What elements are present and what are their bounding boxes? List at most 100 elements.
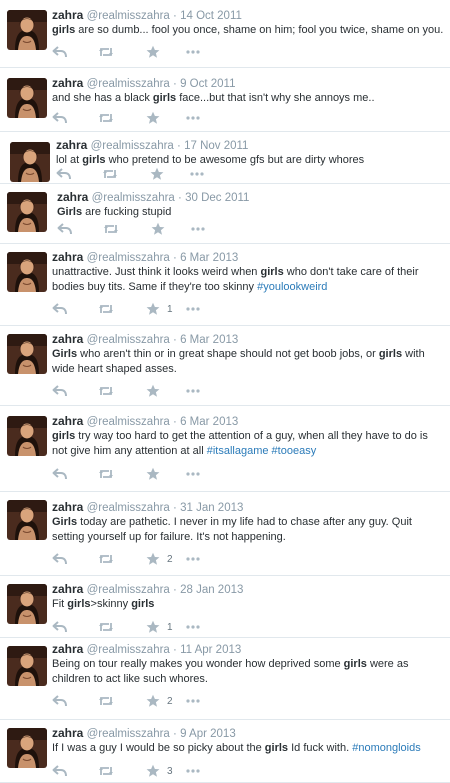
- timestamp[interactable]: 9 Oct 2011: [180, 78, 235, 90]
- avatar[interactable]: [7, 78, 47, 118]
- hashtag-link[interactable]: #youlookweird: [257, 281, 327, 293]
- display-name[interactable]: zahra: [52, 726, 83, 740]
- favorite-button[interactable]: [145, 384, 161, 398]
- username[interactable]: @realmisszahra: [87, 502, 170, 514]
- username[interactable]: @realmisszahra: [91, 140, 174, 152]
- more-options-button[interactable]: [185, 302, 201, 316]
- favorite-button[interactable]: 1: [145, 302, 173, 316]
- more-icon: [186, 116, 200, 120]
- timestamp[interactable]: 14 Oct 2011: [180, 10, 242, 22]
- timestamp[interactable]: 6 Mar 2013: [180, 252, 238, 264]
- reply-button[interactable]: [52, 111, 68, 125]
- favorite-button[interactable]: 1: [145, 620, 173, 634]
- timestamp[interactable]: 9 Apr 2013: [180, 728, 236, 740]
- hashtag-link[interactable]: #itsallagame: [207, 445, 269, 457]
- retweet-button[interactable]: [98, 384, 114, 398]
- retweet-button[interactable]: [98, 620, 114, 634]
- hashtag-link[interactable]: #tooeasy: [272, 445, 317, 457]
- tweet-text: and she has a black girls face...but tha…: [52, 91, 444, 106]
- avatar[interactable]: [7, 584, 47, 624]
- reply-button[interactable]: [52, 45, 68, 59]
- username[interactable]: @realmisszahra: [87, 728, 170, 740]
- reply-icon: [52, 695, 67, 707]
- tweet-actions: 3: [52, 764, 252, 778]
- reply-button[interactable]: [56, 167, 72, 181]
- display-name[interactable]: zahra: [52, 414, 83, 428]
- more-options-button[interactable]: [189, 167, 205, 181]
- avatar[interactable]: [10, 142, 50, 182]
- reply-button[interactable]: [57, 222, 73, 236]
- avatar[interactable]: [7, 646, 47, 686]
- favorite-button[interactable]: [150, 222, 166, 236]
- avatar[interactable]: [7, 416, 47, 456]
- display-name[interactable]: zahra: [52, 250, 83, 264]
- username[interactable]: @realmisszahra: [87, 644, 170, 656]
- favorite-button[interactable]: [145, 45, 161, 59]
- timestamp[interactable]: 6 Mar 2013: [180, 334, 238, 346]
- favorite-count: 1: [167, 303, 173, 315]
- username[interactable]: @realmisszahra: [87, 252, 170, 264]
- reply-button[interactable]: [52, 694, 68, 708]
- display-name[interactable]: zahra: [52, 76, 83, 90]
- avatar[interactable]: [7, 500, 47, 540]
- retweet-button[interactable]: [98, 111, 114, 125]
- more-options-button[interactable]: [185, 694, 201, 708]
- timestamp[interactable]: 31 Jan 2013: [180, 502, 243, 514]
- avatar[interactable]: [7, 728, 47, 768]
- timestamp[interactable]: 28 Jan 2013: [180, 584, 243, 596]
- more-icon: [186, 625, 200, 629]
- tweet-text: Being on tour really makes you wonder ho…: [52, 657, 444, 687]
- favorite-button[interactable]: 3: [145, 764, 173, 778]
- favorite-button[interactable]: [149, 167, 165, 181]
- avatar[interactable]: [7, 192, 47, 232]
- favorite-button[interactable]: [145, 467, 161, 481]
- username[interactable]: @realmisszahra: [92, 192, 175, 204]
- retweet-button[interactable]: [102, 167, 118, 181]
- reply-button[interactable]: [52, 384, 68, 398]
- reply-button[interactable]: [52, 764, 68, 778]
- retweet-button[interactable]: [98, 467, 114, 481]
- display-name[interactable]: zahra: [56, 138, 87, 152]
- timestamp[interactable]: 6 Mar 2013: [180, 416, 238, 428]
- retweet-button[interactable]: [98, 694, 114, 708]
- more-options-button[interactable]: [190, 222, 206, 236]
- display-name[interactable]: zahra: [52, 500, 83, 514]
- retweet-button[interactable]: [98, 764, 114, 778]
- display-name[interactable]: zahra: [57, 190, 88, 204]
- more-options-button[interactable]: [185, 552, 201, 566]
- retweet-button[interactable]: [98, 302, 114, 316]
- favorite-button[interactable]: [145, 111, 161, 125]
- favorite-button[interactable]: 2: [145, 694, 173, 708]
- timestamp[interactable]: 17 Nov 2011: [184, 140, 248, 152]
- reply-button[interactable]: [52, 302, 68, 316]
- retweet-button[interactable]: [103, 222, 119, 236]
- highlighted-keyword: Girls: [52, 516, 78, 528]
- display-name[interactable]: zahra: [52, 8, 83, 22]
- reply-button[interactable]: [52, 552, 68, 566]
- more-options-button[interactable]: [185, 467, 201, 481]
- timestamp[interactable]: 11 Apr 2013: [180, 644, 241, 656]
- favorite-button[interactable]: 2: [145, 552, 173, 566]
- display-name[interactable]: zahra: [52, 332, 83, 346]
- avatar[interactable]: [7, 334, 47, 374]
- display-name[interactable]: zahra: [52, 642, 83, 656]
- username[interactable]: @realmisszahra: [87, 416, 170, 428]
- hashtag-link[interactable]: #nomongloids: [352, 742, 421, 754]
- more-options-button[interactable]: [185, 45, 201, 59]
- username[interactable]: @realmisszahra: [87, 78, 170, 90]
- more-options-button[interactable]: [185, 111, 201, 125]
- display-name[interactable]: zahra: [52, 582, 83, 596]
- more-options-button[interactable]: [185, 384, 201, 398]
- username[interactable]: @realmisszahra: [87, 10, 170, 22]
- timestamp[interactable]: 30 Dec 2011: [185, 192, 249, 204]
- more-options-button[interactable]: [185, 764, 201, 778]
- retweet-button[interactable]: [98, 45, 114, 59]
- avatar[interactable]: [7, 10, 47, 50]
- reply-button[interactable]: [52, 467, 68, 481]
- username[interactable]: @realmisszahra: [87, 584, 170, 596]
- retweet-button[interactable]: [98, 552, 114, 566]
- reply-button[interactable]: [52, 620, 68, 634]
- username[interactable]: @realmisszahra: [87, 334, 170, 346]
- more-options-button[interactable]: [185, 620, 201, 634]
- avatar[interactable]: [7, 252, 47, 292]
